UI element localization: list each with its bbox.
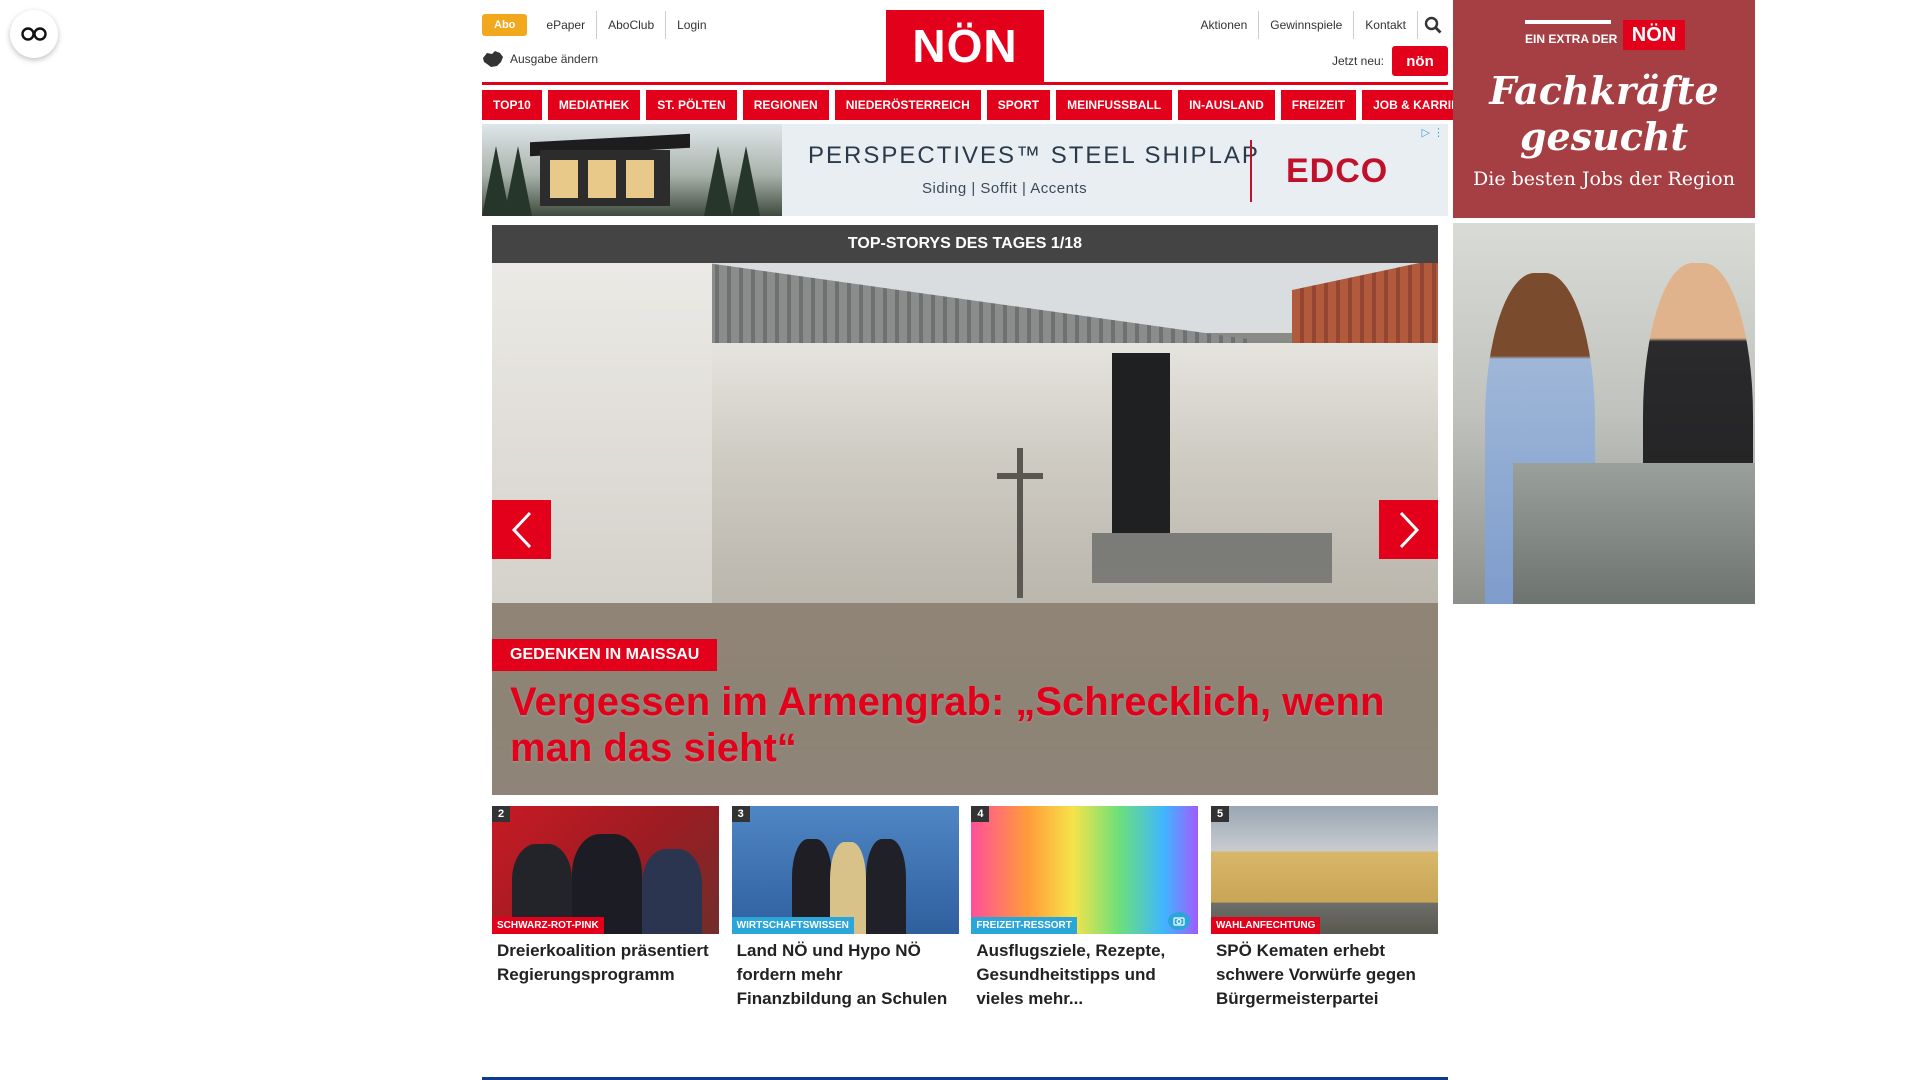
topbar-right: Aktionen Gewinnspiele Kontakt: [1190, 11, 1448, 39]
teaser-kicker: FREIZEIT-RESSORT: [971, 917, 1077, 934]
header-divider: [482, 82, 1448, 85]
search-icon[interactable]: [1417, 11, 1448, 39]
ad-cabin-image: [482, 124, 782, 216]
kids-noen-logo[interactable]: nön: [1392, 46, 1448, 76]
teaser-row: 2 SCHWARZ-ROT-PINK Dreierkoalition präse…: [492, 806, 1438, 1011]
accessibility-icon: [21, 27, 47, 41]
teaser-card[interactable]: 3 WIRTSCHAFTSWISSEN Land NÖ und Hypo NÖ …: [731, 806, 959, 1011]
chevron-right-icon: [1399, 511, 1419, 548]
teaser-title[interactable]: Land NÖ und Hypo NÖ fordern mehr Finanzb…: [732, 934, 959, 1011]
login-link[interactable]: Login: [665, 11, 717, 39]
nav-meinfussball[interactable]: MEINFUSSBALL: [1056, 90, 1173, 120]
teaser-image: 5 WAHLANFECHTUNG: [1210, 806, 1438, 934]
nav-st-poelten[interactable]: ST. PÖLTEN: [646, 90, 737, 120]
teaser-image: 4 FREIZEIT-RESSORT: [971, 806, 1199, 934]
abo-button[interactable]: Abo: [482, 14, 528, 36]
noen-logo[interactable]: NÖN: [886, 10, 1044, 82]
slider-prev-button[interactable]: [492, 500, 551, 559]
teaser-kicker: WAHLANFECHTUNG: [1210, 917, 1321, 934]
hero-title[interactable]: Vergessen im Armengrab: „Schrecklich, we…: [510, 679, 1410, 771]
hero-kicker: GEDENKEN IN MAISSAU: [492, 639, 718, 671]
teaser-number: 5: [1210, 806, 1230, 822]
ad-title: PERSPECTIVES™ STEEL SHIPLAP: [808, 142, 1260, 169]
jetzt-neu: Jetzt neu: nön: [1332, 46, 1448, 76]
main-nav: TOP10 MEDIATHEK ST. PÖLTEN REGIONEN NIED…: [482, 90, 1487, 120]
nav-sport[interactable]: SPORT: [986, 90, 1051, 120]
adchoices-icon[interactable]: ▷ ⋮: [1421, 126, 1444, 139]
teaser-kicker: SCHWARZ-ROT-PINK: [492, 917, 604, 934]
side-ad[interactable]: EIN EXTRA DER NÖN Fachkräfte gesucht Die…: [1453, 0, 1755, 604]
teaser-card[interactable]: 5 WAHLANFECHTUNG SPÖ Kematen erhebt schw…: [1210, 806, 1438, 1011]
side-ad-subline: Die besten Jobs der Region: [1473, 168, 1735, 190]
teaser-title[interactable]: SPÖ Kematen erhebt schwere Vorwürfe gege…: [1211, 934, 1438, 1011]
teaser-number: 4: [971, 806, 990, 822]
nav-freizeit[interactable]: FREIZEIT: [1280, 90, 1357, 120]
teaser-image: 2 SCHWARZ-ROT-PINK: [492, 806, 719, 934]
camera-icon: [1168, 912, 1191, 930]
nav-in-ausland[interactable]: IN-AUSLAND: [1178, 90, 1275, 120]
slider-next-button[interactable]: [1379, 500, 1438, 559]
edition-label: Ausgabe ändern: [510, 52, 599, 66]
epaper-link[interactable]: ePaper: [535, 11, 596, 39]
nav-mediathek[interactable]: MEDIATHEK: [547, 90, 641, 120]
extra-line: [1525, 20, 1611, 24]
teaser-image: 3 WIRTSCHAFTSWISSEN: [731, 806, 959, 934]
teaser-number: 2: [492, 806, 511, 822]
side-ad-headline-line1: Fachkräfte: [1489, 68, 1719, 113]
lower-austria-map-icon: [483, 51, 503, 67]
jetzt-neu-label: Jetzt neu:: [1331, 54, 1384, 68]
nav-top10[interactable]: TOP10: [482, 90, 542, 120]
topbar-left: Abo ePaper AboClub Login: [482, 11, 718, 39]
nav-niederoesterreich[interactable]: NIEDERÖSTERREICH: [834, 90, 981, 120]
top-stories-header: TOP-STORYS DES TAGES 1/18: [492, 225, 1438, 263]
chevron-left-icon: [511, 511, 531, 548]
extra-text: EIN EXTRA DER: [1525, 32, 1618, 46]
aktionen-link[interactable]: Aktionen: [1190, 11, 1259, 39]
kontakt-link[interactable]: Kontakt: [1353, 11, 1417, 39]
side-ad-headline: Fachkräfte gesucht: [1453, 68, 1755, 160]
nav-regionen[interactable]: REGIONEN: [742, 90, 829, 120]
teaser-card[interactable]: 2 SCHWARZ-ROT-PINK Dreierkoalition präse…: [492, 806, 719, 1011]
ad-divider: [1250, 140, 1252, 202]
ad-brand-logo: EDCO: [1286, 152, 1389, 190]
teaser-card[interactable]: 4 FREIZEIT-RESSORT Ausflugsziele, Rezept…: [971, 806, 1199, 1011]
teaser-title[interactable]: Dreierkoalition präsentiert Regierungspr…: [492, 934, 719, 987]
gewinnspiele-link[interactable]: Gewinnspiele: [1258, 11, 1353, 39]
accessibility-button[interactable]: [10, 10, 58, 58]
teaser-kicker: WIRTSCHAFTSWISSEN: [731, 917, 854, 934]
side-ad-headline-line2: gesucht: [1519, 114, 1689, 159]
ad-subtitle: Siding | Soffit | Accents: [922, 180, 1088, 197]
edition-selector[interactable]: Ausgabe ändern: [482, 50, 598, 68]
hero-story[interactable]: GEDENKEN IN MAISSAU Vergessen im Armengr…: [492, 263, 1438, 795]
aboclub-link[interactable]: AboClub: [596, 11, 665, 39]
teaser-number: 3: [731, 806, 750, 822]
ad-banner[interactable]: PERSPECTIVES™ STEEL SHIPLAP Siding | Sof…: [482, 124, 1448, 216]
side-ad-header: EIN EXTRA DER NÖN Fachkräfte gesucht Die…: [1453, 0, 1755, 218]
side-ad-photo: [1453, 223, 1755, 604]
side-ad-noen-logo: NÖN: [1623, 20, 1685, 50]
teaser-title[interactable]: Ausflugsziele, Rezepte, Gesundheitstipps…: [971, 934, 1198, 1011]
